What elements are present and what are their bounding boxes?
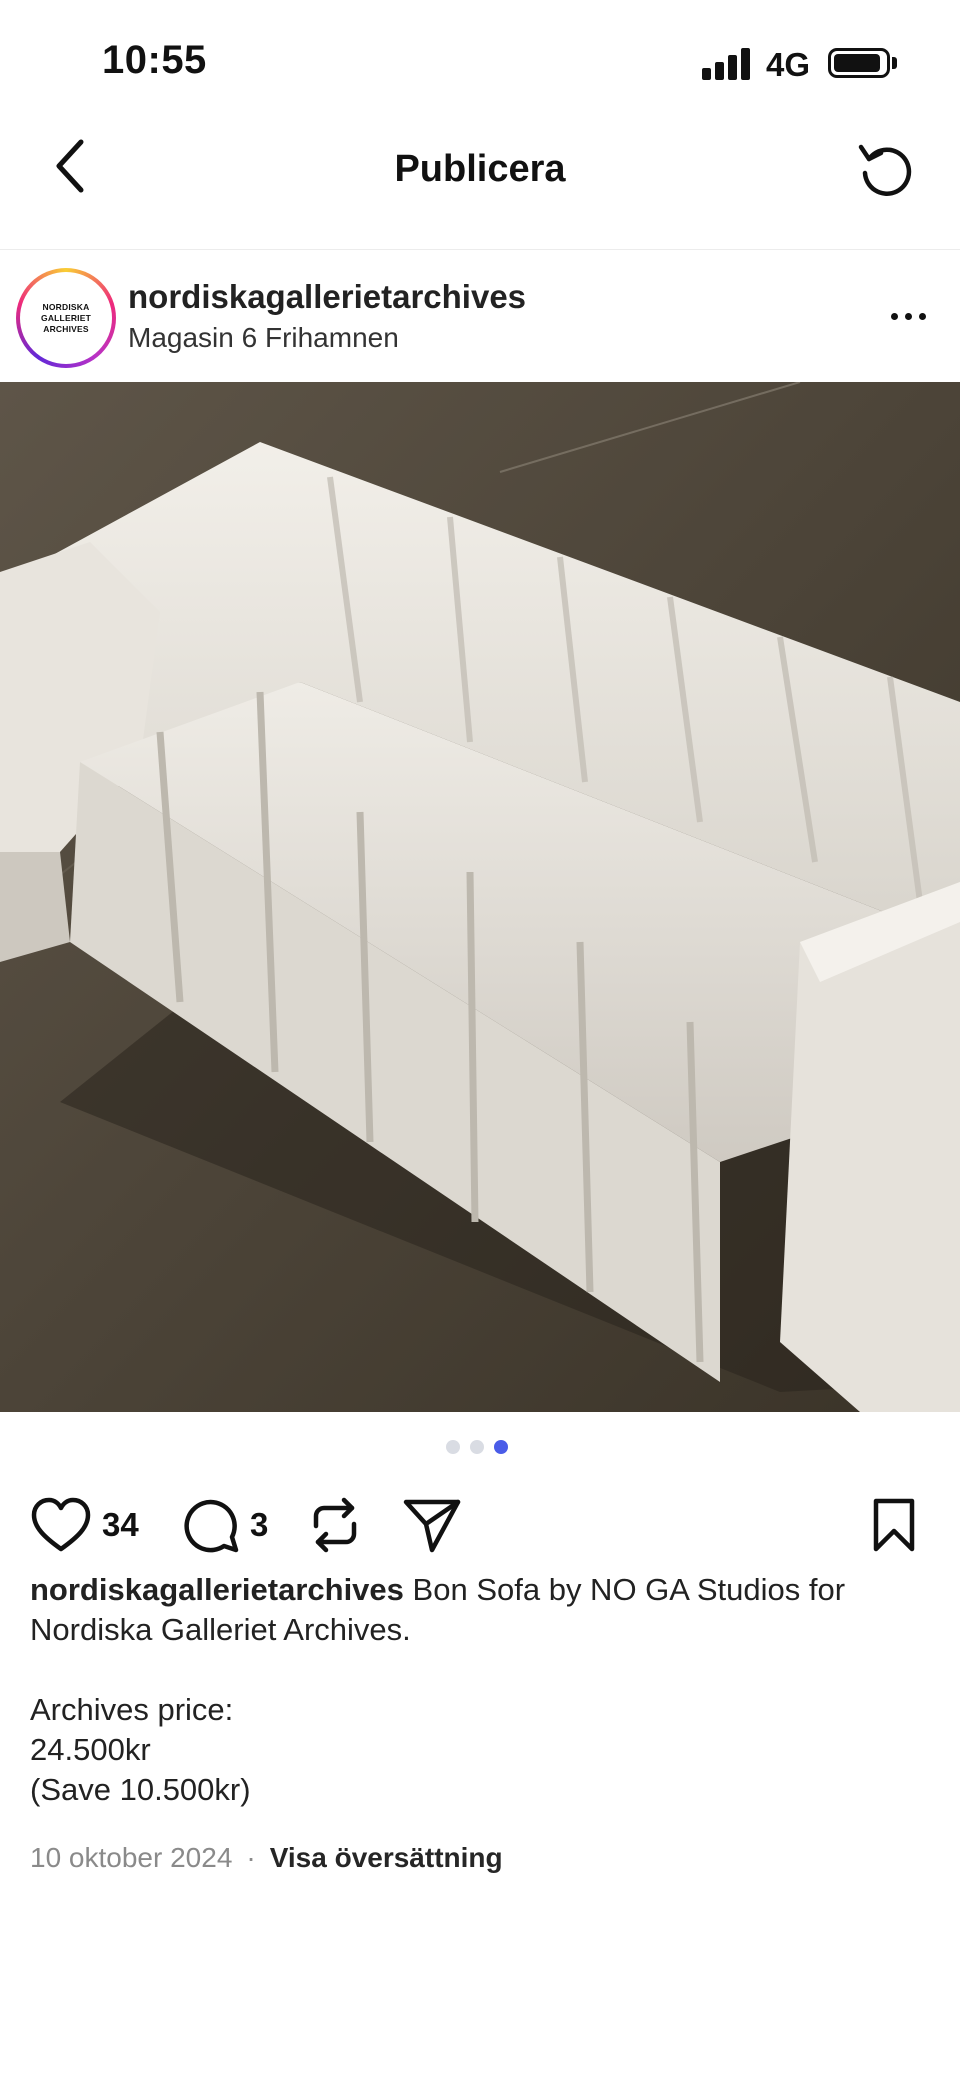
repost-button[interactable] <box>308 1480 362 1570</box>
status-bar: 10:55 4G <box>0 0 960 110</box>
nav-bar: Publicera <box>0 110 960 250</box>
post-date: 10 oktober 2024 <box>30 1842 233 1873</box>
refresh-icon <box>858 144 912 196</box>
caption-line: (Save 10.500kr) <box>30 1772 251 1807</box>
carousel-dot-active <box>494 1440 508 1454</box>
refresh-button[interactable] <box>852 136 918 202</box>
post-actions: 34 3 <box>0 1480 960 1570</box>
comment-icon <box>184 1499 239 1553</box>
save-button[interactable] <box>870 1480 918 1570</box>
repost-icon <box>313 1497 357 1553</box>
page-title: Publicera <box>394 148 566 190</box>
meta-separator: · <box>246 1842 256 1873</box>
status-time: 10:55 <box>102 38 207 82</box>
battery-tip <box>892 57 897 69</box>
carousel-indicator <box>446 1440 508 1454</box>
caption-price-block: Archives price: 24.500kr (Save 10.500kr) <box>30 1690 930 1810</box>
bookmark-icon <box>873 1498 915 1552</box>
more-dots-icon <box>890 312 898 320</box>
more-options-button[interactable] <box>878 296 938 336</box>
post-header: NORDISKA GALLERIET ARCHIVES nordiskagall… <box>0 252 960 382</box>
heart-icon <box>31 1497 91 1552</box>
comment-count: 3 <box>250 1506 269 1543</box>
post-meta: 10 oktober 2024 · Visa översättning <box>30 1842 503 1874</box>
post-image[interactable] <box>0 382 960 1412</box>
comment-button[interactable]: 3 <box>184 1480 268 1570</box>
send-icon <box>403 1499 461 1553</box>
sofa-illustration <box>0 382 960 1412</box>
post-location[interactable]: Magasin 6 Frihamnen <box>128 322 399 354</box>
caption-username[interactable]: nordiskagallerietarchives <box>30 1572 404 1607</box>
post-caption: nordiskagallerietarchives Bon Sofa by NO… <box>30 1570 930 1810</box>
translate-link[interactable]: Visa översättning <box>270 1842 503 1874</box>
like-button[interactable]: 34 <box>30 1480 139 1570</box>
avatar-logo: NORDISKA GALLERIET ARCHIVES <box>24 276 108 360</box>
post-username[interactable]: nordiskagallerietarchives <box>128 278 526 316</box>
carousel-dot <box>470 1440 484 1454</box>
share-button[interactable] <box>402 1480 462 1570</box>
signal-icon <box>702 48 750 80</box>
network-label: 4G <box>766 46 811 83</box>
like-count: 34 <box>102 1506 139 1543</box>
carousel-dot <box>446 1440 460 1454</box>
caption-line: Archives price: <box>30 1692 234 1727</box>
battery-icon <box>828 48 890 78</box>
caption-line: 24.500kr <box>30 1732 151 1767</box>
avatar[interactable]: NORDISKA GALLERIET ARCHIVES <box>16 268 116 368</box>
